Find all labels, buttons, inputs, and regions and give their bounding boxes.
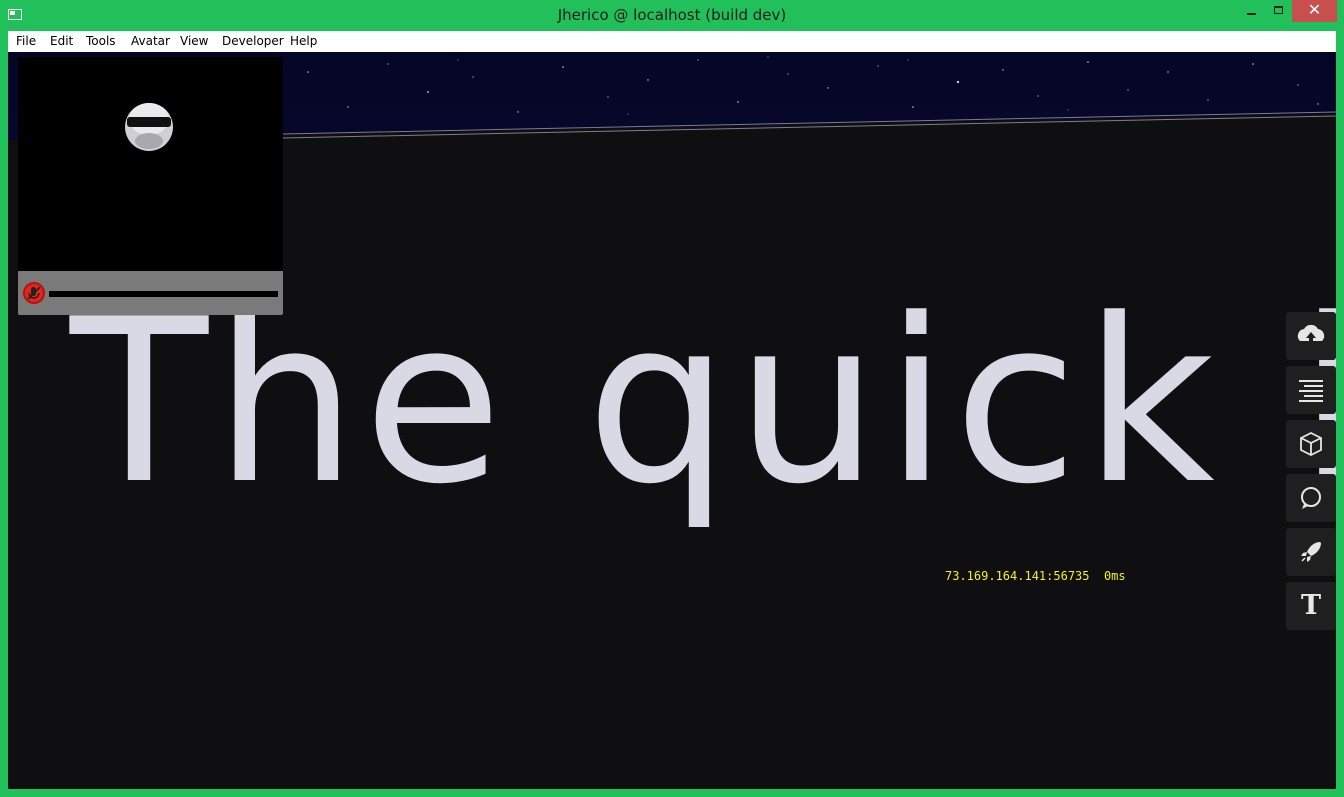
- title-bar[interactable]: Jherico @ localhost (build dev) ✕: [0, 0, 1344, 31]
- menu-bar: File Edit Tools Avatar View Developer He…: [8, 31, 1336, 52]
- audio-level-meter: [49, 291, 278, 297]
- marketplace-icon: [1297, 324, 1325, 344]
- close-button[interactable]: ✕: [1292, 0, 1337, 22]
- minimize-button[interactable]: [1238, 0, 1266, 22]
- network-stats: 73.169.164.141:56735 0ms: [945, 569, 1126, 583]
- chat-bubble-icon: [1301, 487, 1321, 509]
- window-title: Jherico @ localhost (build dev): [557, 6, 787, 24]
- text-tool-icon: T: [1300, 590, 1322, 621]
- directory-button[interactable]: [1286, 366, 1336, 414]
- examples-button[interactable]: [1286, 528, 1336, 576]
- marketplace-button[interactable]: [1286, 312, 1336, 360]
- menu-developer[interactable]: Developer: [222, 31, 284, 52]
- avatar-head-icon: [125, 103, 173, 151]
- maximize-button[interactable]: [1266, 0, 1292, 22]
- menu-help[interactable]: Help: [290, 31, 317, 52]
- menu-view[interactable]: View: [180, 31, 208, 52]
- application-window: Jherico @ localhost (build dev) ✕ File E…: [0, 0, 1344, 797]
- menu-tools[interactable]: Tools: [86, 31, 116, 52]
- edit-entities-button[interactable]: [1286, 420, 1336, 468]
- mirror-panel[interactable]: [18, 57, 283, 315]
- menu-avatar[interactable]: Avatar: [131, 31, 170, 52]
- scene-text: The quick br: [70, 271, 1336, 534]
- 3d-viewport[interactable]: The quick br 73.169.164.141:56735 0ms: [8, 52, 1336, 789]
- directory-icon: [1299, 380, 1323, 402]
- muted-mic-icon[interactable]: [23, 282, 45, 304]
- edit-entities-icon: [1300, 431, 1322, 457]
- text-tool-button[interactable]: T: [1286, 582, 1336, 630]
- chat-button[interactable]: [1286, 474, 1336, 522]
- menu-edit[interactable]: Edit: [50, 31, 73, 52]
- audio-bar: [18, 271, 283, 315]
- examples-rocket-icon: [1301, 542, 1321, 562]
- menu-file[interactable]: File: [16, 31, 36, 52]
